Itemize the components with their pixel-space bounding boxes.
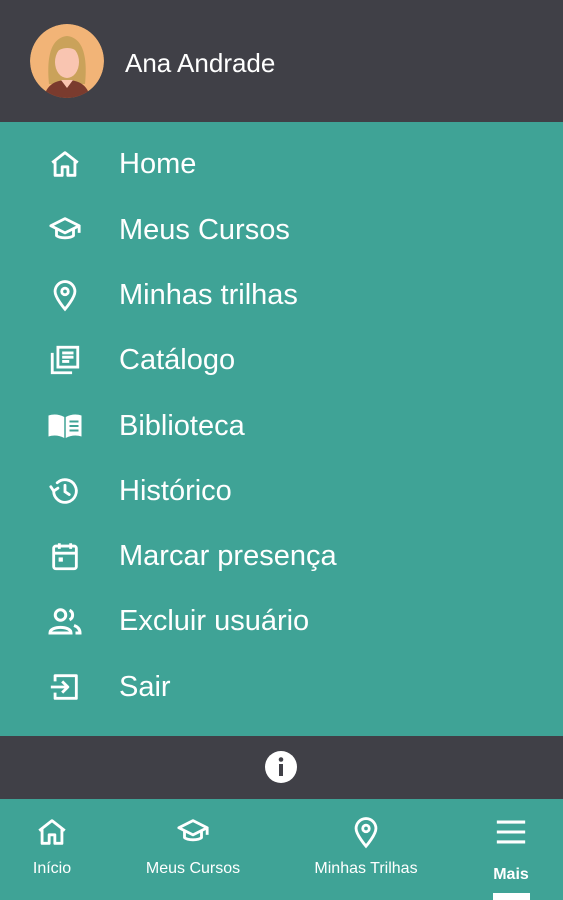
history-icon (46, 472, 84, 510)
nav-item-label: Início (32, 860, 72, 877)
menu-item-label: Sair (119, 671, 171, 703)
menu-item-label: Catálogo (119, 344, 236, 376)
nav-item-meus-cursos[interactable]: Meus Cursos (120, 799, 266, 900)
nav-item-inicio[interactable]: Início (0, 799, 104, 900)
users-icon (46, 602, 84, 640)
menu-item-label: Home (119, 148, 197, 180)
nav-item-label: Mais (493, 866, 529, 883)
menu-item-label: Meus Cursos (119, 214, 290, 246)
avatar[interactable] (30, 24, 104, 98)
menu-item-marcar-presenca[interactable]: Marcar presença (0, 528, 563, 584)
menu-item-label: Biblioteca (119, 410, 245, 442)
graduation-cap-icon (46, 211, 84, 249)
catalog-icon (46, 341, 84, 379)
menu-item-label: Marcar presença (119, 540, 337, 572)
calendar-icon (46, 537, 84, 575)
menu-item-catalogo[interactable]: Catálogo (0, 332, 563, 388)
menu-item-label: Excluir usuário (119, 605, 310, 637)
menu-item-minhas-trilhas[interactable]: Minhas trilhas (0, 267, 563, 323)
home-icon (46, 145, 84, 183)
avatar-icon (30, 24, 104, 98)
graduation-cap-icon (176, 815, 210, 849)
user-name: Ana Andrade (125, 48, 276, 78)
exit-icon (46, 668, 84, 706)
book-icon (46, 407, 84, 445)
nav-item-label: Minhas Trilhas (314, 860, 418, 877)
menu-item-sair[interactable]: Sair (0, 659, 563, 715)
bottom-nav: Início Meus Cursos Minhas Trilhas Mais (0, 799, 563, 900)
menu-item-excluir-usuario[interactable]: Excluir usuário (0, 593, 563, 649)
menu-item-label: Histórico (119, 475, 232, 507)
active-tab-indicator (493, 893, 530, 900)
menu-item-meus-cursos[interactable]: Meus Cursos (0, 202, 563, 258)
nav-item-minhas-trilhas[interactable]: Minhas Trilhas (290, 799, 442, 900)
menu-item-label: Minhas trilhas (119, 279, 298, 311)
info-bar (0, 736, 563, 799)
nav-item-label: Meus Cursos (145, 860, 241, 877)
home-icon (35, 815, 69, 849)
map-pin-icon (349, 815, 383, 849)
drawer-menu: Home Meus Cursos Minhas trilhas Catálogo (0, 122, 563, 736)
map-pin-icon (46, 276, 84, 314)
nav-item-mais[interactable]: Mais (470, 799, 553, 900)
menu-icon (494, 815, 528, 849)
drawer-header: Ana Andrade (0, 0, 563, 122)
menu-item-historico[interactable]: Histórico (0, 463, 563, 519)
menu-item-biblioteca[interactable]: Biblioteca (0, 398, 563, 454)
menu-item-home[interactable]: Home (0, 136, 563, 192)
info-icon[interactable] (264, 750, 298, 784)
